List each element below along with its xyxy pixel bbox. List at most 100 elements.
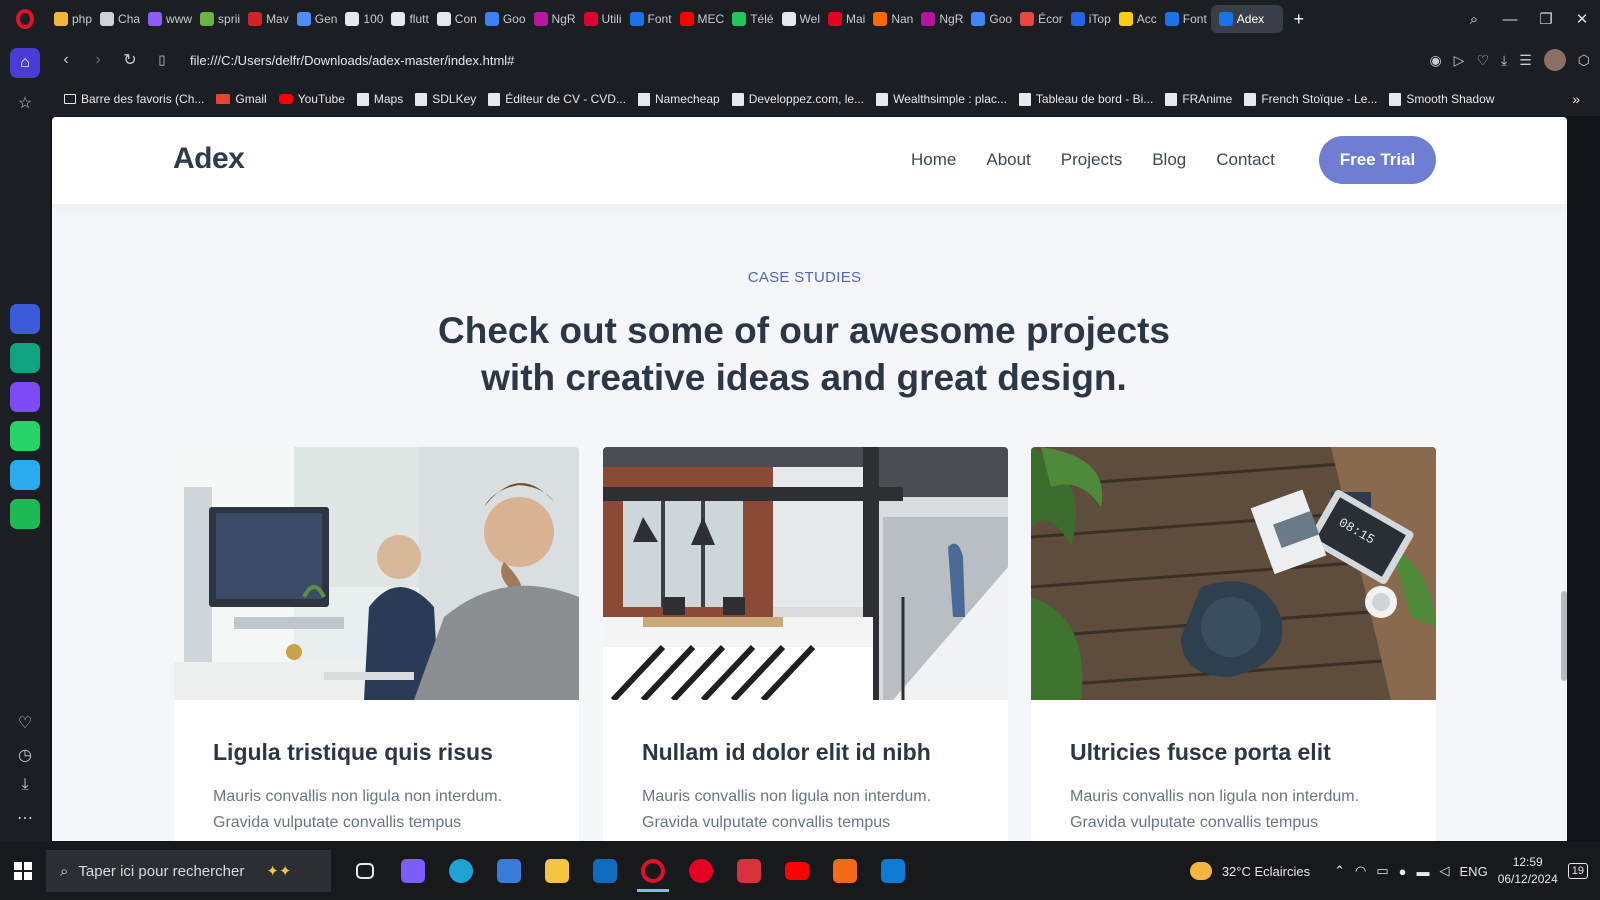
vscode-icon[interactable] [869, 850, 917, 892]
bookmark-item[interactable]: Gmail [216, 92, 267, 106]
file-explorer-icon[interactable] [533, 850, 581, 892]
project-card-title[interactable]: Ultricies fusce porta elit [1070, 739, 1331, 766]
taskbar-search[interactable]: ⌕ Taper ici pour rechercher ✦✦ [46, 850, 331, 892]
extensions-icon[interactable]: ⬡ [1578, 52, 1590, 69]
bookmark-item[interactable]: Éditeur de CV - CVD... [488, 92, 626, 106]
browser-tab[interactable]: Cha [96, 5, 144, 33]
bookmark-item[interactable]: Tableau de bord - Bi... [1018, 92, 1153, 106]
project-card[interactable]: 08:15 Ultricies fusce porta elit Mauris … [1031, 447, 1436, 841]
browser-tab[interactable]: Wel [778, 5, 824, 33]
browser-tab[interactable]: Nan [869, 5, 917, 33]
device-icon[interactable]: ▭ [1376, 863, 1388, 879]
bookmark-item[interactable]: Namecheap [637, 92, 720, 106]
bookmark-item[interactable]: Developpez.com, le... [731, 92, 864, 106]
browser-tab[interactable]: Con [433, 5, 481, 33]
whatsapp-icon[interactable] [10, 421, 40, 451]
bookmark-item[interactable]: Barre des favoris (Ch... [64, 92, 204, 106]
bookmark-item[interactable]: Smooth Shadow [1389, 92, 1494, 106]
back-icon[interactable]: ‹ [50, 51, 82, 69]
easy-setup-icon[interactable]: ☰ [1519, 52, 1532, 69]
search-tabs-icon[interactable]: ⌕ [1456, 11, 1492, 28]
browser-tab[interactable]: Goo [967, 5, 1016, 33]
project-card[interactable]: Nullam id dolor elit id nibh Mauris conv… [603, 447, 1008, 841]
browser-tab[interactable]: MEC [676, 5, 729, 33]
bookmark-item[interactable]: Maps [356, 92, 403, 106]
browser-tab[interactable]: iTop [1067, 5, 1115, 33]
nav-link-about[interactable]: About [986, 150, 1030, 170]
bookmark-item[interactable]: Wealthsimple : plac... [876, 92, 1007, 106]
youtube-icon[interactable] [773, 850, 821, 892]
telegram-icon[interactable] [10, 460, 40, 490]
battery-icon[interactable]: ▬ [1417, 864, 1430, 879]
downloads-icon[interactable]: ⤓ [10, 770, 40, 800]
brave-icon[interactable] [821, 850, 869, 892]
nav-link-contact[interactable]: Contact [1216, 150, 1275, 170]
browser-tab[interactable]: sprii [196, 5, 244, 33]
browser-tab[interactable]: www [144, 5, 196, 33]
nav-link-blog[interactable]: Blog [1152, 150, 1186, 170]
project-card[interactable]: Ligula tristique quis risus Mauris conva… [174, 447, 579, 841]
browser-tab[interactable]: Font [626, 5, 676, 33]
browser-tab[interactable]: flutt [387, 5, 432, 33]
outlook-icon[interactable] [581, 850, 629, 892]
pinterest-icon[interactable] [677, 850, 725, 892]
page-scrollbar[interactable] [1561, 591, 1567, 681]
more-icon[interactable]: ⋯ [10, 803, 40, 833]
profile-avatar[interactable] [1543, 49, 1566, 71]
bookmark-item[interactable]: French Stoïque - Le... [1244, 92, 1377, 106]
microphone-icon[interactable]: ● [1399, 864, 1407, 879]
opera-logo-icon[interactable] [0, 0, 50, 38]
clock[interactable]: 12:59 06/12/2024 [1498, 854, 1558, 888]
bookmark-item[interactable]: SDLKey [415, 92, 476, 106]
new-tab-button[interactable]: + [1283, 9, 1315, 30]
browser-tab[interactable]: Utili [580, 5, 626, 33]
browser-tab[interactable]: Acc [1115, 5, 1161, 33]
browser-tab[interactable]: Télé [728, 5, 777, 33]
chevron-up-icon[interactable]: ⌃ [1334, 863, 1345, 879]
heart-icon[interactable]: ♡ [10, 708, 40, 738]
browser-tab[interactable]: php [50, 5, 96, 33]
bookmark-item[interactable]: FRAnime [1165, 92, 1232, 106]
active-tab[interactable]: Adex [1210, 5, 1283, 33]
browser-tab[interactable]: Mai [824, 5, 869, 33]
nav-link-projects[interactable]: Projects [1061, 150, 1122, 170]
browser-tab[interactable]: Font [1161, 5, 1211, 33]
edge-icon[interactable] [437, 850, 485, 892]
volume-icon[interactable]: ◁ [1440, 863, 1450, 879]
messenger-icon[interactable] [10, 382, 40, 412]
browser-tab[interactable]: 100 [341, 5, 387, 33]
site-logo[interactable]: Adex [173, 142, 245, 176]
restore-icon[interactable]: ❐ [1528, 10, 1564, 28]
nav-link-home[interactable]: Home [911, 150, 956, 170]
url-field[interactable]: file:///C:/Users/delfr/Downloads/adex-ma… [190, 53, 514, 68]
pinboard-icon[interactable]: ☆ [10, 88, 40, 118]
browser-tab[interactable]: NgR [917, 5, 967, 33]
browser-tab[interactable]: Gen [293, 5, 342, 33]
language-indicator[interactable]: ENG [1460, 864, 1488, 879]
project-card-title[interactable]: Nullam id dolor elit id nibh [642, 739, 931, 766]
wifi-icon[interactable]: ◠ [1355, 863, 1366, 879]
reload-icon[interactable]: ↻ [114, 50, 146, 70]
bookmark-item[interactable]: YouTube [278, 92, 345, 106]
snapshot-icon[interactable]: ◉ [1429, 52, 1441, 69]
notification-count[interactable]: 19 [1567, 863, 1588, 879]
copilot-icon[interactable] [389, 850, 437, 892]
history-icon[interactable]: ◷ [10, 740, 40, 770]
store-icon[interactable] [485, 850, 533, 892]
home-icon[interactable]: ⌂ [10, 48, 40, 78]
favorite-icon[interactable]: ♡ [1476, 52, 1489, 69]
player-icon[interactable]: ▷ [1454, 52, 1465, 69]
aria-icon[interactable] [10, 304, 40, 334]
bookmarks-overflow-icon[interactable]: » [1572, 91, 1580, 107]
chatgpt-icon[interactable] [10, 343, 40, 373]
task-view-icon[interactable] [341, 850, 389, 892]
browser-tab[interactable]: Mav [244, 5, 293, 33]
opera-taskbar-icon[interactable] [629, 850, 677, 892]
start-button[interactable] [0, 850, 46, 892]
download-icon[interactable]: ⤓ [1501, 52, 1507, 69]
free-trial-button[interactable]: Free Trial [1319, 136, 1436, 184]
close-icon[interactable]: ✕ [1564, 10, 1600, 28]
minimize-icon[interactable]: — [1492, 11, 1528, 28]
browser-tab[interactable]: NgR [530, 5, 580, 33]
weather-text[interactable]: 32°C Eclaircies [1222, 864, 1310, 879]
